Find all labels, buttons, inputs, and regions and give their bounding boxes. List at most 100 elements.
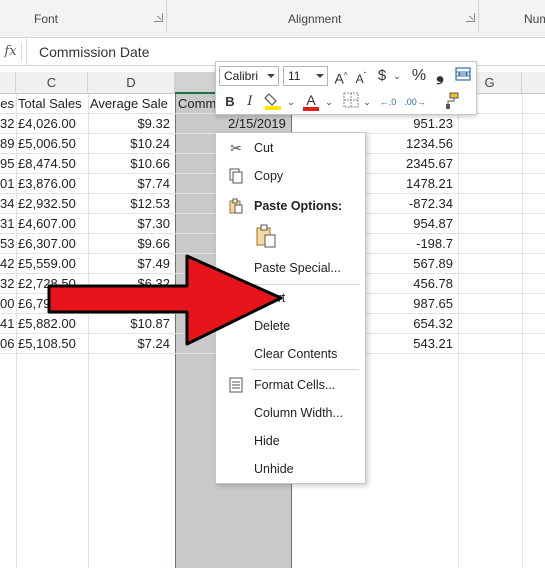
bold-button[interactable]: B bbox=[222, 92, 238, 112]
menu-item-clear-contents[interactable]: Clear Contents bbox=[216, 340, 365, 368]
cell-b11[interactable]: 00 bbox=[0, 294, 16, 314]
cell-c4[interactable]: £8,474.50 bbox=[18, 154, 88, 174]
font-size-dropdown[interactable]: 11 bbox=[283, 66, 328, 86]
cell-b10[interactable]: 32 bbox=[0, 274, 16, 294]
ribbon-group-divider bbox=[166, 0, 167, 32]
menu-item-label: Copy bbox=[254, 169, 284, 183]
menu-item-paste-special[interactable]: Paste Special... bbox=[216, 254, 365, 282]
merge-center-icon[interactable] bbox=[454, 66, 472, 86]
ribbon-group-font-label: Font bbox=[34, 12, 59, 26]
grow-font-icon[interactable]: A^ bbox=[332, 66, 350, 87]
cell-c2[interactable]: £4,026.00 bbox=[18, 114, 88, 134]
menu-item-hide[interactable]: Hide bbox=[216, 427, 365, 455]
menu-item-column-width[interactable]: Column Width... bbox=[216, 399, 365, 427]
menu-item-delete[interactable]: Delete bbox=[216, 312, 365, 340]
cell-d1[interactable]: Average Sale bbox=[90, 94, 175, 114]
cell-d4[interactable]: $10.66 bbox=[88, 154, 172, 174]
cell-c1[interactable]: Total Sales bbox=[18, 94, 88, 114]
cell-e2[interactable]: 2/15/2019 bbox=[228, 114, 290, 134]
fill-color-icon[interactable] bbox=[262, 92, 284, 112]
cell-b12[interactable]: 41 bbox=[0, 314, 16, 334]
cell-d6[interactable]: $12.53 bbox=[88, 194, 172, 214]
column-header-c[interactable]: C bbox=[16, 72, 88, 94]
cell-d13[interactable]: $7.24 bbox=[88, 334, 172, 354]
mini-toolbar: Calibri 11 A^ Aˇ $ ⌄ % ❟ B I ⌄ A ⌄ ⌄ ←.0… bbox=[215, 61, 477, 115]
cell-b6[interactable]: 34 bbox=[0, 194, 16, 214]
column-header-b[interactable] bbox=[0, 72, 16, 94]
menu-item-insert[interactable]: Insert bbox=[216, 284, 365, 312]
chevron-down-icon[interactable]: ⌄ bbox=[392, 66, 402, 86]
format-painter-icon[interactable] bbox=[440, 92, 462, 112]
menu-item-cut[interactable]: ✂ Cut bbox=[216, 134, 365, 162]
cell-d10[interactable]: $6.32 bbox=[88, 274, 172, 294]
cell-b7[interactable]: 31 bbox=[0, 214, 16, 234]
chevron-down-icon[interactable]: ⌄ bbox=[286, 92, 296, 112]
font-name-dropdown[interactable]: Calibri bbox=[219, 66, 279, 86]
cell-b4[interactable]: 95 bbox=[0, 154, 16, 174]
chevron-down-icon[interactable]: ⌄ bbox=[362, 92, 372, 112]
menu-item-label: Clear Contents bbox=[254, 347, 338, 361]
cell-c3[interactable]: £5,006.50 bbox=[18, 134, 88, 154]
paste-option-button[interactable] bbox=[252, 223, 280, 251]
cell-d2[interactable]: $9.32 bbox=[88, 114, 172, 134]
insert-function-icon[interactable]: fx bbox=[0, 42, 22, 62]
cell-c9[interactable]: £5,559.00 bbox=[18, 254, 88, 274]
cell-d11[interactable] bbox=[88, 294, 172, 314]
context-menu: ✂ Cut Copy Paste Options: Paste Special.… bbox=[215, 132, 366, 484]
column-header-d[interactable]: D bbox=[88, 72, 175, 94]
cell-b1[interactable]: es bbox=[0, 94, 16, 114]
percent-icon[interactable]: % bbox=[410, 66, 428, 86]
cell-d12[interactable]: $10.87 bbox=[88, 314, 172, 334]
decrease-decimal-icon[interactable]: ←.0 bbox=[376, 92, 400, 112]
menu-item-label: Insert bbox=[254, 291, 286, 305]
menu-item-label: Column Width... bbox=[254, 406, 343, 420]
menu-item-label: Paste Special... bbox=[254, 261, 341, 275]
ribbon: Font Alignment Num bbox=[0, 0, 545, 38]
cell-b5[interactable]: 01 bbox=[0, 174, 16, 194]
ribbon-group-alignment-label: Alignment bbox=[288, 12, 342, 26]
cell-c8[interactable]: £6,307.00 bbox=[18, 234, 88, 254]
cell-b13[interactable]: 06 bbox=[0, 334, 16, 354]
currency-icon[interactable]: $ bbox=[374, 66, 390, 86]
cell-c11[interactable]: £6,79 bbox=[18, 294, 88, 314]
cell-e1[interactable]: Comm bbox=[178, 94, 218, 114]
menu-item-format-cells[interactable]: Format Cells... bbox=[216, 371, 365, 399]
increase-decimal-icon[interactable]: .00→ bbox=[402, 92, 428, 112]
cell-d9[interactable]: $7.49 bbox=[88, 254, 172, 274]
cell-c7[interactable]: £4,607.00 bbox=[18, 214, 88, 234]
font-dialog-launcher-icon[interactable] bbox=[154, 13, 163, 22]
cell-b2[interactable]: 32 bbox=[0, 114, 16, 134]
cell-c5[interactable]: £3,876.00 bbox=[18, 174, 88, 194]
font-color-icon[interactable]: A bbox=[300, 90, 322, 111]
menu-item-copy[interactable]: Copy bbox=[216, 162, 365, 190]
cell-d3[interactable]: $10.24 bbox=[88, 134, 172, 154]
cell-b9[interactable]: 42 bbox=[0, 254, 16, 274]
italic-button[interactable]: I bbox=[242, 92, 258, 112]
menu-item-label: Cut bbox=[254, 141, 274, 155]
cell-c6[interactable]: £2,932.50 bbox=[18, 194, 88, 214]
comma-style-icon[interactable]: ❟ bbox=[434, 64, 446, 84]
alignment-dialog-launcher-icon[interactable] bbox=[466, 13, 475, 22]
menu-item-unhide[interactable]: Unhide bbox=[216, 455, 365, 483]
cell-b3[interactable]: 89 bbox=[0, 134, 16, 154]
cell-b8[interactable]: 53 bbox=[0, 234, 16, 254]
excel-window: Font Alignment Num fx Commission Date C … bbox=[0, 0, 545, 568]
menu-item-label: Delete bbox=[254, 319, 291, 333]
cell-f2[interactable]: 951.23 bbox=[292, 114, 455, 134]
chevron-down-icon[interactable]: ⌄ bbox=[324, 92, 334, 112]
menu-item-label: Format Cells... bbox=[254, 378, 336, 392]
cell-d7[interactable]: $7.30 bbox=[88, 214, 172, 234]
copy-icon bbox=[228, 168, 244, 184]
cell-c12[interactable]: £5,882.00 bbox=[18, 314, 88, 334]
font-name-value: Calibri bbox=[224, 69, 259, 83]
font-size-value: 11 bbox=[288, 69, 301, 83]
ribbon-group-divider bbox=[478, 0, 479, 32]
borders-icon[interactable] bbox=[340, 92, 362, 112]
table-row: 32 £4,026.00 $9.32 2/15/2019 951.23 bbox=[0, 114, 545, 134]
cell-c10[interactable]: £2,728.50 bbox=[18, 274, 88, 294]
cell-c13[interactable]: £5,108.50 bbox=[18, 334, 88, 354]
cell-d5[interactable]: $7.74 bbox=[88, 174, 172, 194]
cell-d8[interactable]: $9.66 bbox=[88, 234, 172, 254]
shrink-font-icon[interactable]: Aˇ bbox=[352, 66, 370, 86]
format-cells-icon bbox=[228, 377, 244, 393]
